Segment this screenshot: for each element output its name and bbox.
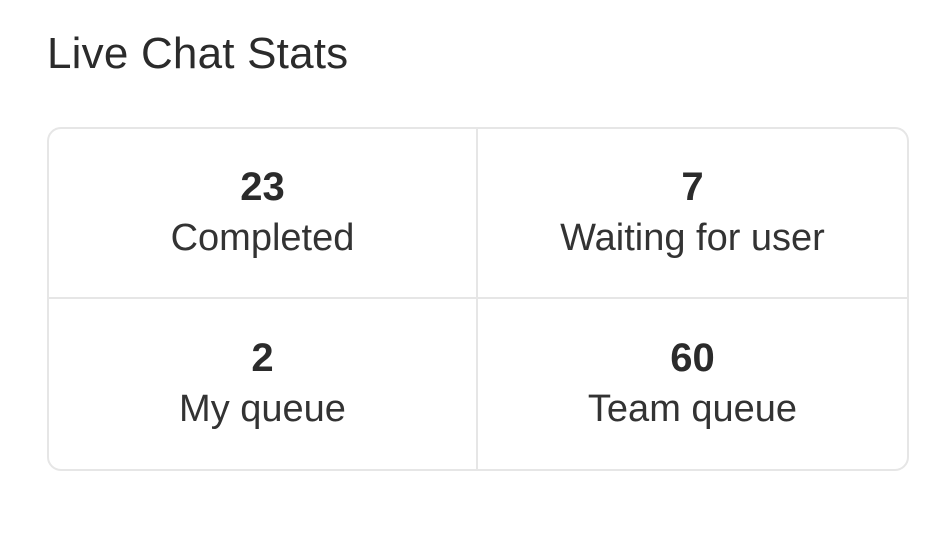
stats-grid: 23 Completed 7 Waiting for user 2 My que… xyxy=(47,127,909,471)
widget-title: Live Chat Stats xyxy=(47,29,349,78)
stat-label: Waiting for user xyxy=(560,217,825,259)
stat-label: My queue xyxy=(179,388,346,430)
stat-waiting-for-user[interactable]: 7 Waiting for user xyxy=(478,129,907,299)
stat-label: Team queue xyxy=(587,388,798,430)
stat-value: 7 xyxy=(681,165,704,209)
stat-value: 2 xyxy=(251,336,274,380)
stat-label: Completed xyxy=(170,217,355,259)
stat-my-queue[interactable]: 2 My queue xyxy=(49,299,478,469)
stat-completed[interactable]: 23 Completed xyxy=(49,129,478,299)
stat-team-queue[interactable]: 60 Team queue xyxy=(478,299,907,469)
stat-value: 60 xyxy=(670,336,715,380)
stat-value: 23 xyxy=(240,165,285,209)
